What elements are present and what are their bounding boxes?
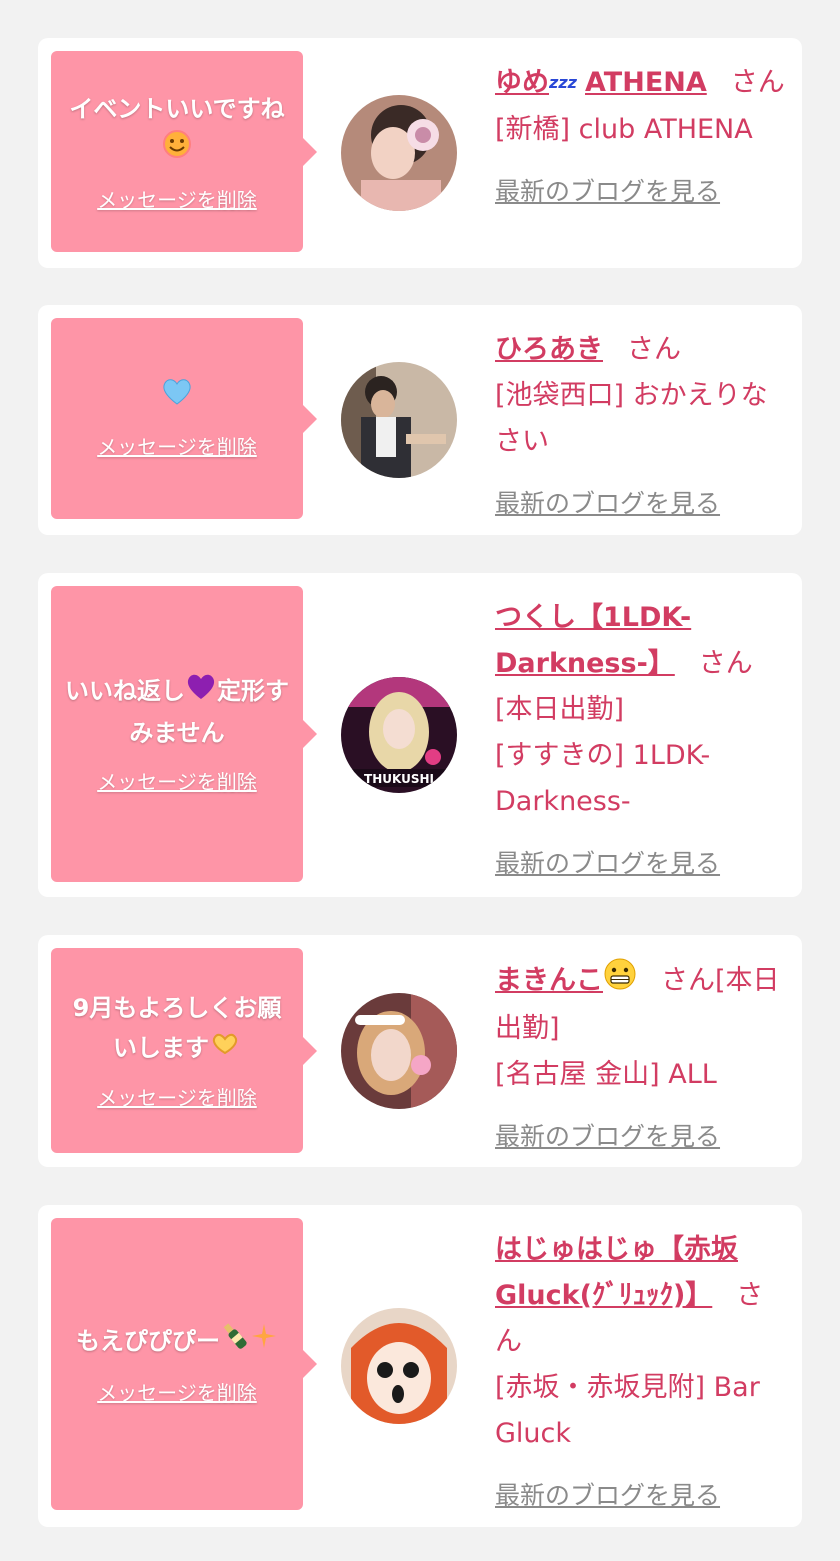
light-blue-heart-icon (161, 376, 193, 418)
status-label: [本日出勤] (495, 694, 625, 725)
purple-heart-icon (185, 671, 217, 713)
sender-name[interactable]: まきんこ (495, 965, 603, 996)
message-bubble: もえぴぴぴー メッセージを削除 (51, 1218, 317, 1510)
delete-message-link[interactable]: メッセージを削除 (97, 185, 257, 215)
message-text (161, 376, 193, 418)
champagne-icon (220, 1320, 250, 1364)
message-body: もえぴぴぴー (76, 1327, 220, 1355)
latest-blog-link[interactable]: 最新のブログを見る (495, 1114, 720, 1160)
heart-hands-icon (209, 1029, 241, 1069)
message-card: メッセージを削除 ひろあき さん [池袋西口] おかえりなさい 最新のブログを見る (38, 305, 802, 535)
sender-name-link[interactable]: まきんこ (495, 958, 637, 996)
message-bubble: イベントいいですね メッセージを削除 (51, 51, 317, 252)
latest-blog-link[interactable]: 最新のブログを見る (495, 1473, 720, 1519)
avatar[interactable] (341, 95, 457, 211)
message-body: 9月もよろしくお願いします (72, 994, 282, 1062)
honorific: さん (627, 334, 681, 365)
sender-info: まきんこ さん[本日出勤] [名古屋 金山] ALL 最新のブログを見る (495, 957, 787, 1160)
zzz-icon: zzz (548, 61, 585, 107)
sender-info: ゆめ zzz ATHENA さん [新橋] club ATHENA 最新のブログを見る (495, 60, 787, 215)
avatar[interactable] (341, 993, 457, 1109)
message-bubble: いいね返し 定形すみません メッセージを削除 (51, 586, 317, 882)
sender-info: はじゅはじゅ【赤坂Gluck(ｸﾞﾘｭｯｸ)】 さん [赤坂・赤坂見附] Bar … (495, 1227, 787, 1519)
shop-label: [新橋] club ATHENA (495, 113, 753, 145)
message-card: イベントいいですね メッセージを削除 ゆめ zzz ATHENA さん [新橋] cl… (38, 38, 802, 268)
latest-blog-link[interactable]: 最新のブログを見る (495, 841, 720, 887)
message-text: いいね返し 定形すみません (61, 671, 293, 753)
delete-message-link[interactable]: メッセージを削除 (97, 767, 257, 797)
message-card: 9月もよろしくお願いします メッセージを削除 まきんこ さん[本日出勤] [名古屋… (38, 935, 802, 1167)
sender-name-link[interactable]: ゆめ zzz ATHENA (495, 67, 707, 98)
delete-message-link[interactable]: メッセージを削除 (97, 432, 257, 462)
message-card: もえぴぴぴー メッセージを削除 はじゅはじゅ【赤坂Gluck(ｸﾞﾘｭｯｸ)】さ… (38, 1205, 802, 1527)
grimacing-face-icon (603, 957, 637, 1006)
sender-name-link[interactable]: はじゅはじゅ【赤坂Gluck(ｸﾞﾘｭｯｸ)】 (495, 1234, 738, 1311)
delete-message-link[interactable]: メッセージを削除 (97, 1378, 257, 1408)
message-bubble: 9月もよろしくお願いします メッセージを削除 (51, 948, 317, 1153)
svg-text:zzz: zzz (549, 73, 578, 92)
message-text: イベントいいですね (61, 89, 293, 171)
latest-blog-link[interactable]: 最新のブログを見る (495, 481, 720, 527)
delete-message-link[interactable]: メッセージを削除 (97, 1083, 257, 1113)
shop-label: [池袋西口] おかえりなさい (495, 380, 768, 457)
honorific: さん (698, 648, 753, 679)
sender-name-link[interactable]: つくし【1LDK-Darkness-】 (495, 602, 691, 679)
sender-info: つくし【1LDK-Darkness-】 さん [本日出勤] [すすきの] 1LDK-… (495, 595, 787, 887)
shop-label: [すすきの] 1LDK-Darkness- (495, 740, 711, 817)
svg-text:THUKUSHI: THUKUSHI (364, 772, 434, 786)
latest-blog-link[interactable]: 最新のブログを見る (495, 169, 720, 215)
sender-name[interactable]: ゆめ (495, 67, 549, 98)
shop-label: [赤坂・赤坂見附] Bar Gluck (495, 1372, 760, 1449)
honorific: さん (730, 67, 785, 98)
avatar[interactable] (341, 1308, 457, 1424)
message-body: いいね返し (65, 677, 185, 705)
avatar[interactable] (341, 362, 457, 478)
sender-name-link[interactable]: ひろあき (495, 334, 603, 365)
message-body: イベントいいですね (69, 94, 285, 123)
honorific: さん (661, 965, 715, 996)
avatar[interactable]: THUKUSHI (341, 677, 457, 793)
message-card: いいね返し 定形すみません メッセージを削除 THUKUSHI つくし【1LDK-… (38, 573, 802, 897)
message-text: もえぴぴぴー (76, 1320, 278, 1364)
sender-info: ひろあき さん [池袋西口] おかえりなさい 最新のブログを見る (495, 327, 787, 527)
message-text: 9月もよろしくお願いします (61, 988, 293, 1069)
sender-name-suffix[interactable]: ATHENA (585, 67, 707, 98)
smiling-face-icon (162, 129, 192, 171)
shop-label: [名古屋 金山] ALL (495, 1059, 717, 1090)
message-bubble: メッセージを削除 (51, 318, 317, 519)
sparkle-icon (250, 1322, 278, 1362)
